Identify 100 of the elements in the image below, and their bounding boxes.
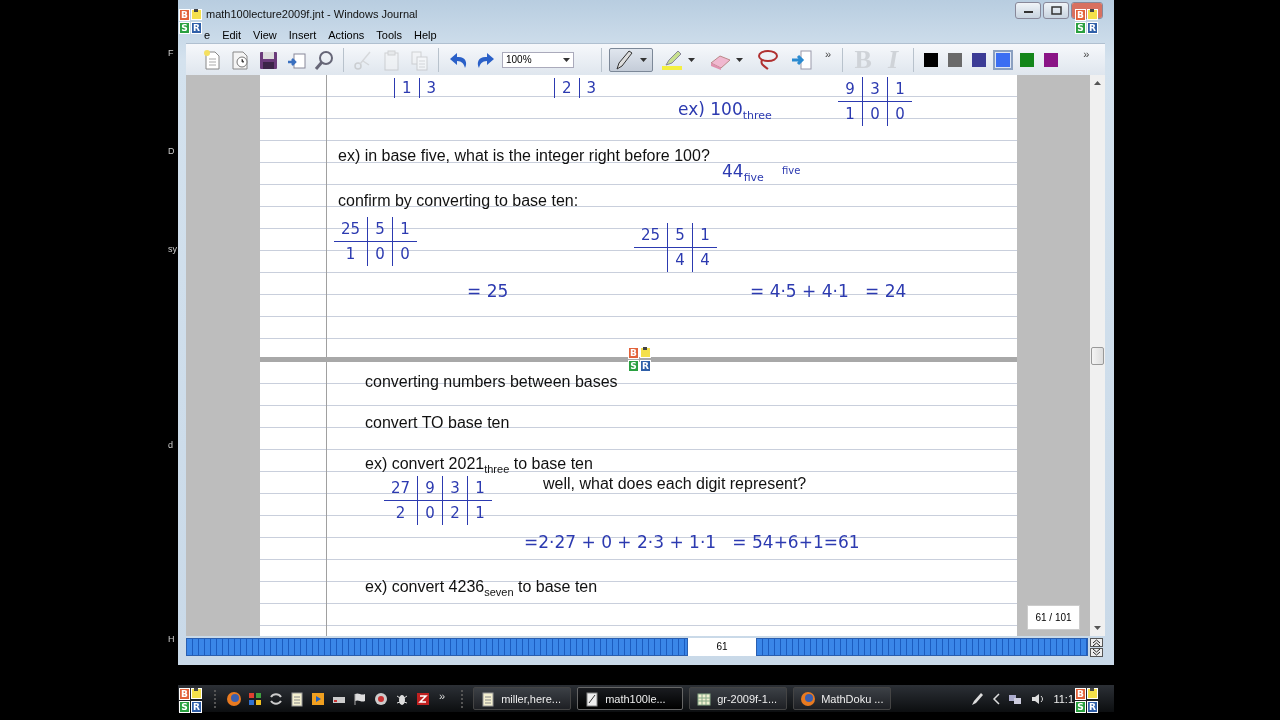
overflow-chevron[interactable]: » (1079, 48, 1094, 60)
letter-tile: B (1075, 688, 1086, 700)
handwritten-digit: 2 (554, 78, 579, 98)
caret-icon (563, 57, 570, 62)
note-text: ex) in base five, what is the integer right before 100? (338, 147, 710, 165)
desktop-label: sy (168, 244, 177, 254)
handwritten-digit: 1 (887, 77, 912, 102)
handwritten-digit: 4 (667, 248, 693, 272)
handwritten-digit: 0 (417, 501, 443, 525)
handwritten-digit: 3 (578, 78, 604, 98)
menu-item[interactable]: Tools (370, 29, 409, 41)
letter-tile: B (179, 688, 190, 700)
letter-tile: S (179, 701, 190, 713)
handwritten-digit: 1 (467, 501, 493, 525)
menu-item[interactable]: Insert (282, 29, 323, 41)
zoom-dropdown[interactable]: 100% (502, 51, 574, 68)
play-icon[interactable] (310, 690, 326, 707)
maximize-icon[interactable] (1043, 2, 1069, 19)
windows-icon[interactable] (247, 690, 263, 707)
note-clock-icon (229, 48, 251, 71)
handwritten-digit: 1 (394, 78, 419, 98)
handwritten-digit: 1 (844, 104, 856, 125)
scroll-down-icon[interactable] (1094, 626, 1101, 630)
letter-tile: B (179, 9, 190, 21)
handwritten-digit: 1 (392, 217, 418, 242)
arrows-icon[interactable] (268, 690, 284, 707)
menu-item[interactable]: Edit (216, 29, 248, 41)
menu-item[interactable]: Actions (322, 29, 371, 41)
handwritten-digit: 3 (862, 77, 887, 102)
handwritten-digit: 0 (862, 102, 887, 126)
letter-tile: S (628, 360, 639, 372)
letter-tile: R (1087, 22, 1098, 34)
page-up-icon[interactable] (1090, 637, 1103, 647)
menu-item[interactable]: Help (408, 29, 443, 41)
page-number: 61 (688, 638, 756, 656)
ftp-icon[interactable] (415, 690, 431, 707)
note-icon (1087, 9, 1098, 20)
handwritten-digit: 0 (392, 242, 418, 266)
clock: 11:1 (1053, 692, 1074, 705)
handwritten-digit: 5 (667, 223, 693, 248)
caret-icon (640, 57, 647, 62)
taskbar-button[interactable]: miller,here... (473, 687, 572, 710)
handwritten-digit: 1 (467, 476, 493, 501)
taskbar-button[interactable]: gr-2009f-1... (689, 687, 788, 710)
note-icon (191, 688, 202, 699)
letter-tile: R (191, 701, 202, 713)
note-text: confirm by converting to base ten: (338, 192, 579, 210)
pen-tool[interactable] (609, 47, 653, 72)
menu-item[interactable]: View (247, 29, 283, 41)
taskbar-button[interactable]: MathDoku ... (793, 687, 892, 710)
handwritten-digit: 25 (634, 223, 668, 248)
overflow-chevron[interactable]: » (821, 48, 836, 60)
note-text: convert TO base ten (365, 414, 510, 432)
handwritten-digit: 2 (394, 503, 407, 524)
letter-tile: B (628, 347, 639, 359)
pages-icon (408, 48, 430, 71)
flag-icon[interactable] (352, 690, 368, 707)
overflow-chevron[interactable]: » (431, 689, 456, 708)
scrollbar-thumb[interactable] (1091, 346, 1104, 365)
handwritten-digit: 3 (442, 476, 468, 501)
handwritten-text: five (782, 165, 801, 176)
spreadsheet-icon (696, 690, 713, 707)
caret-icon (688, 57, 695, 62)
new-page-icon (201, 48, 223, 71)
page-down-icon[interactable] (1090, 647, 1103, 657)
handwritten-digit: 2 (442, 501, 468, 525)
lasso-icon (756, 47, 780, 72)
handwritten-digit: 1 (692, 223, 718, 248)
note-icon (191, 9, 202, 20)
notepad-icon[interactable] (289, 690, 305, 707)
note-text: converting numbers between bases (365, 373, 618, 391)
color-swatch[interactable] (993, 49, 1014, 70)
note-text: ex) convert 4236$_{seven}$ to base ten (365, 578, 598, 599)
letter-tile: S (179, 22, 190, 34)
page-counter: 61 / 101 (1027, 605, 1080, 630)
note-text: ex) convert 2021$_{three}$ to base ten (365, 455, 593, 476)
desktop-label: H (168, 634, 175, 644)
desktop-label: F (168, 48, 174, 58)
handwritten-text: =2·27 + 0 + 2·3 + 1·1 = 54+6+1=61 (524, 532, 860, 552)
handwritten-digit: 25 (334, 217, 368, 242)
letter-tile: R (1087, 701, 1098, 713)
desktop-label: D (168, 146, 175, 156)
handwritten-text: = 4·5 + 4·1 = 24 (750, 281, 907, 301)
insert-space-icon (790, 47, 814, 72)
handwritten-digit: 0 (367, 242, 393, 266)
handwritten-digit: 9 (417, 476, 443, 501)
chevron-icon[interactable] (992, 692, 1001, 705)
handwritten-digit: 4 (692, 248, 718, 272)
handwritten-text: ex) 100$_{three}$ (678, 99, 772, 123)
note-text: well, what does each digit represent? (543, 475, 807, 493)
handwritten-digit: 5 (367, 217, 393, 242)
handwritten-text: = 25 (467, 281, 509, 301)
window-title: math100lecture2009f.jnt - Windows Journal (206, 7, 418, 20)
pen-icon[interactable] (969, 690, 986, 707)
scroll-up-icon[interactable] (1094, 81, 1101, 85)
handwritten-digit: 3 (418, 78, 444, 98)
taskbar-button[interactable]: math100le... (577, 687, 684, 710)
letter-tile: S (1075, 22, 1086, 34)
letter-tile: B (1075, 9, 1086, 21)
minimize-icon[interactable] (1015, 2, 1041, 19)
